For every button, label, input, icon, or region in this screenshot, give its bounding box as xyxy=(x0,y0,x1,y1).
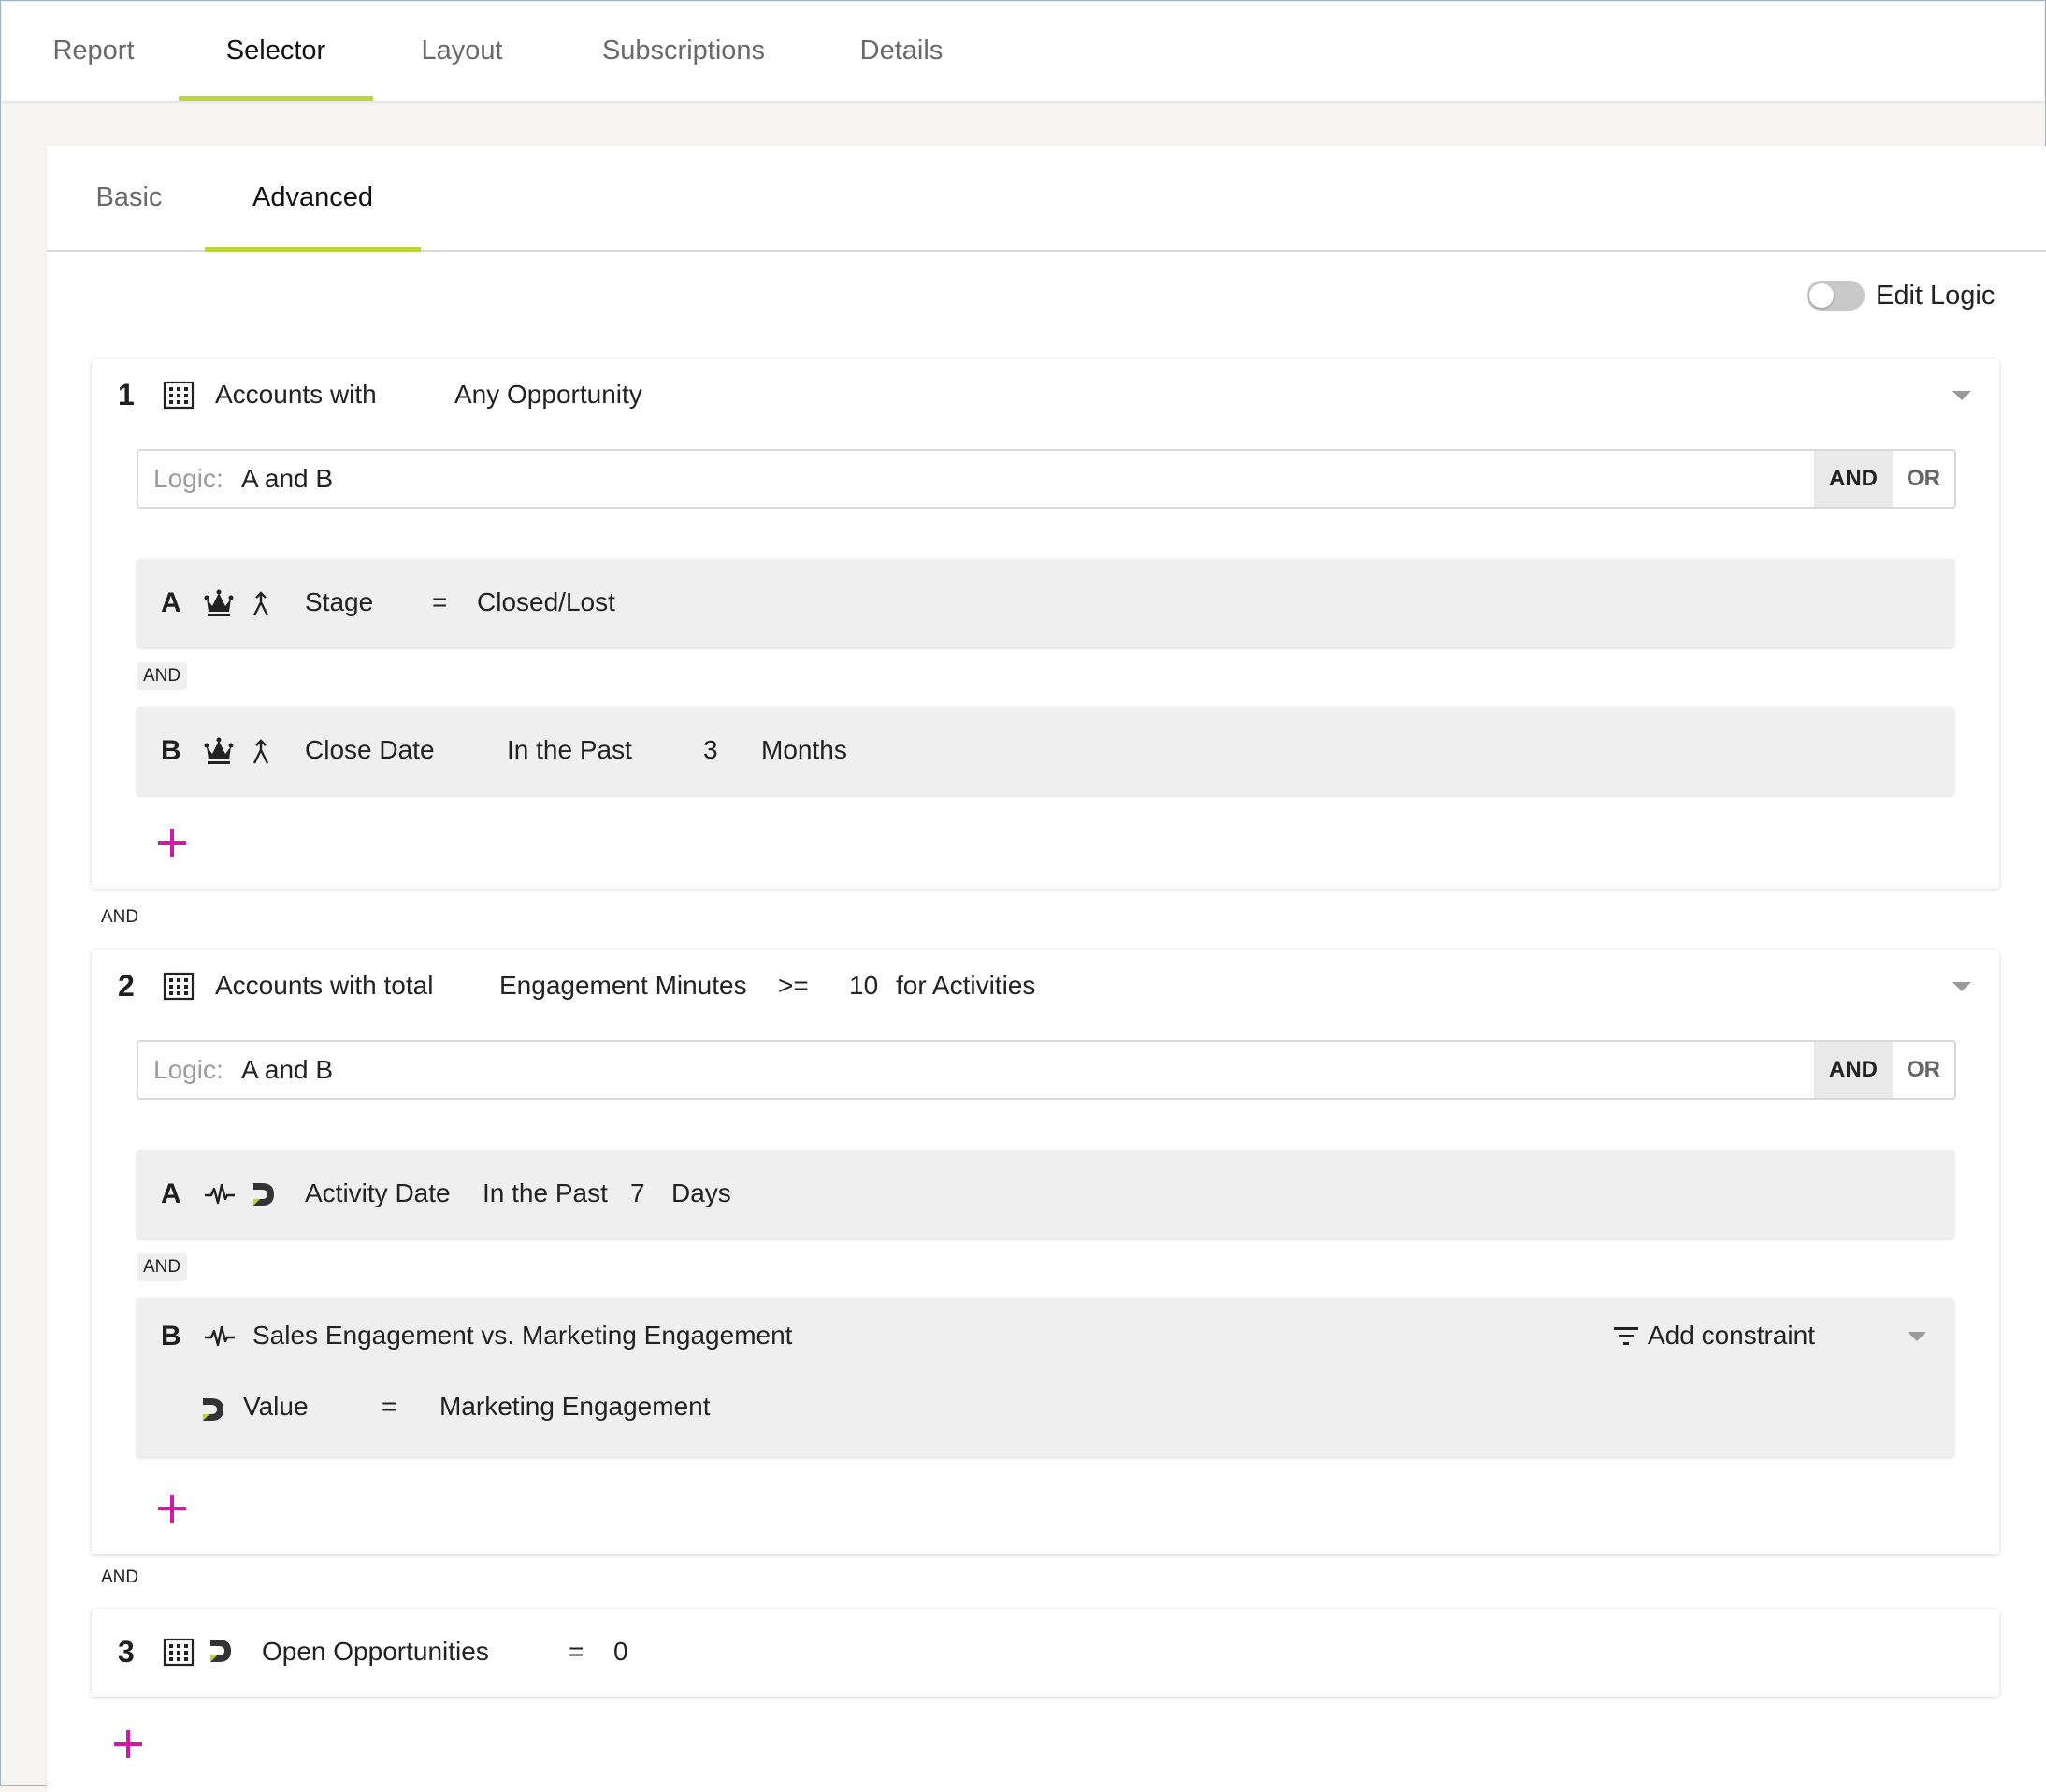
condition-field[interactable]: Stage xyxy=(305,587,373,617)
chevron-down-icon[interactable] xyxy=(1952,982,1971,991)
group-field[interactable]: Open Opportunities xyxy=(262,1637,489,1667)
condition-operator[interactable]: In the Past xyxy=(507,735,632,765)
constraint-value[interactable]: Marketing Engagement xyxy=(439,1392,711,1422)
condition-unit[interactable]: Days xyxy=(671,1178,731,1208)
building-icon xyxy=(163,1638,195,1667)
add-constraint-label: Add constraint xyxy=(1648,1321,1815,1350)
criteria-group-1: 1 Accounts with Any Opportunity Logic: A… xyxy=(92,359,1999,889)
tab-details[interactable]: Details xyxy=(855,2,948,101)
tab-layout[interactable]: Layout xyxy=(415,2,509,101)
group-number: 1 xyxy=(118,378,135,412)
logic-field[interactable]: Logic: A and B AND OR xyxy=(137,449,1956,509)
group-operator[interactable]: = xyxy=(569,1637,584,1667)
edit-logic-label: Edit Logic xyxy=(1876,280,1996,311)
group-title: Accounts with xyxy=(215,380,377,409)
condition-b[interactable]: B Close Date In the Past 3 Months xyxy=(137,707,1954,795)
activity-pulse-icon xyxy=(205,1183,235,1205)
condition-field[interactable]: Close Date xyxy=(305,735,435,765)
relation-icon xyxy=(252,739,269,764)
constraint-field[interactable]: Value xyxy=(243,1392,309,1422)
condition-field[interactable]: Activity Date xyxy=(305,1178,451,1208)
condition-a[interactable]: A Stage = Closed/Lost xyxy=(137,559,1954,647)
or-button[interactable]: OR xyxy=(1893,1042,1954,1098)
condition-unit[interactable]: Months xyxy=(761,735,847,765)
or-button[interactable]: OR xyxy=(1893,451,1954,507)
tab-selector[interactable]: Selector xyxy=(179,2,373,101)
building-icon xyxy=(163,381,195,410)
top-tab-bar: Report Selector Layout Subscriptions Det… xyxy=(2,2,2044,101)
logic-field[interactable]: Logic: A and B AND OR xyxy=(137,1040,1956,1100)
building-icon xyxy=(163,972,195,1001)
condition-letter: B xyxy=(161,1321,181,1351)
condition-value[interactable]: 3 xyxy=(703,735,718,765)
chevron-down-icon[interactable] xyxy=(1908,1332,1926,1341)
logic-value[interactable]: A and B xyxy=(241,451,333,507)
condition-letter: A xyxy=(161,1178,181,1209)
group-operator[interactable]: >= xyxy=(778,971,809,1001)
data-field-icon xyxy=(203,1398,223,1421)
group-number: 2 xyxy=(118,969,135,1003)
filter-icon xyxy=(1614,1327,1638,1345)
add-condition-button[interactable] xyxy=(158,829,186,857)
condition-a[interactable]: A Activity Date In the Past 7 Days xyxy=(137,1150,1954,1238)
condition-value[interactable]: 7 xyxy=(630,1178,645,1208)
condition-b[interactable]: B Sales Engagement vs. Marketing Engagem… xyxy=(137,1298,1954,1457)
activity-pulse-icon xyxy=(205,1325,235,1347)
group-value[interactable]: 10 xyxy=(849,971,878,1001)
selector-panel: Basic Advanced Edit Logic 1 Accounts wit… xyxy=(47,146,2046,1792)
crown-icon xyxy=(204,737,234,764)
edit-logic-control: Edit Logic xyxy=(1807,277,1995,314)
criteria-group-3[interactable]: 3 Open Opportunities = 0 xyxy=(92,1609,1999,1697)
group-object[interactable]: Any Opportunity xyxy=(454,380,642,410)
condition-joiner: AND xyxy=(137,662,188,690)
sub-tab-bar: Basic Advanced xyxy=(47,146,2046,252)
condition-operator[interactable]: In the Past xyxy=(483,1178,608,1208)
toggle-knob xyxy=(1809,283,1834,308)
logic-label: Logic: xyxy=(153,1055,223,1084)
chevron-down-icon[interactable] xyxy=(1952,391,1971,400)
data-field-icon xyxy=(210,1640,231,1662)
group-suffix[interactable]: for Activities xyxy=(896,971,1035,1001)
data-field-icon xyxy=(253,1183,274,1206)
condition-field[interactable]: Sales Engagement vs. Marketing Engagemen… xyxy=(252,1321,792,1351)
relation-icon xyxy=(252,591,269,616)
and-button[interactable]: AND xyxy=(1814,451,1893,507)
edit-logic-toggle[interactable] xyxy=(1807,281,1865,311)
criteria-group-2: 2 Accounts with total Engagement Minutes… xyxy=(92,950,1999,1554)
condition-letter: B xyxy=(161,735,181,766)
group-metric[interactable]: Engagement Minutes xyxy=(499,971,747,1001)
group-number: 3 xyxy=(118,1635,135,1669)
condition-operator[interactable]: = xyxy=(432,587,447,617)
tab-subscriptions[interactable]: Subscriptions xyxy=(593,2,774,101)
add-group-button[interactable] xyxy=(114,1730,142,1758)
condition-value[interactable]: Closed/Lost xyxy=(477,587,615,617)
group-value[interactable]: 0 xyxy=(613,1637,628,1667)
group-title: Accounts with total xyxy=(215,971,434,1000)
tab-basic[interactable]: Basic xyxy=(90,146,168,250)
group-joiner: AND xyxy=(101,907,139,927)
add-condition-button[interactable] xyxy=(158,1495,186,1523)
add-constraint-button[interactable]: Add constraint xyxy=(1612,1321,1815,1351)
condition-joiner: AND xyxy=(137,1253,188,1281)
constraint-operator[interactable]: = xyxy=(382,1392,396,1422)
logic-label: Logic: xyxy=(153,464,223,493)
and-button[interactable]: AND xyxy=(1814,1042,1893,1098)
tab-advanced[interactable]: Advanced xyxy=(205,146,421,252)
group-joiner: AND xyxy=(101,1568,139,1587)
tab-report[interactable]: Report xyxy=(47,2,140,101)
crown-icon xyxy=(204,589,234,616)
condition-letter: A xyxy=(161,587,181,618)
logic-value[interactable]: A and B xyxy=(241,1042,333,1098)
